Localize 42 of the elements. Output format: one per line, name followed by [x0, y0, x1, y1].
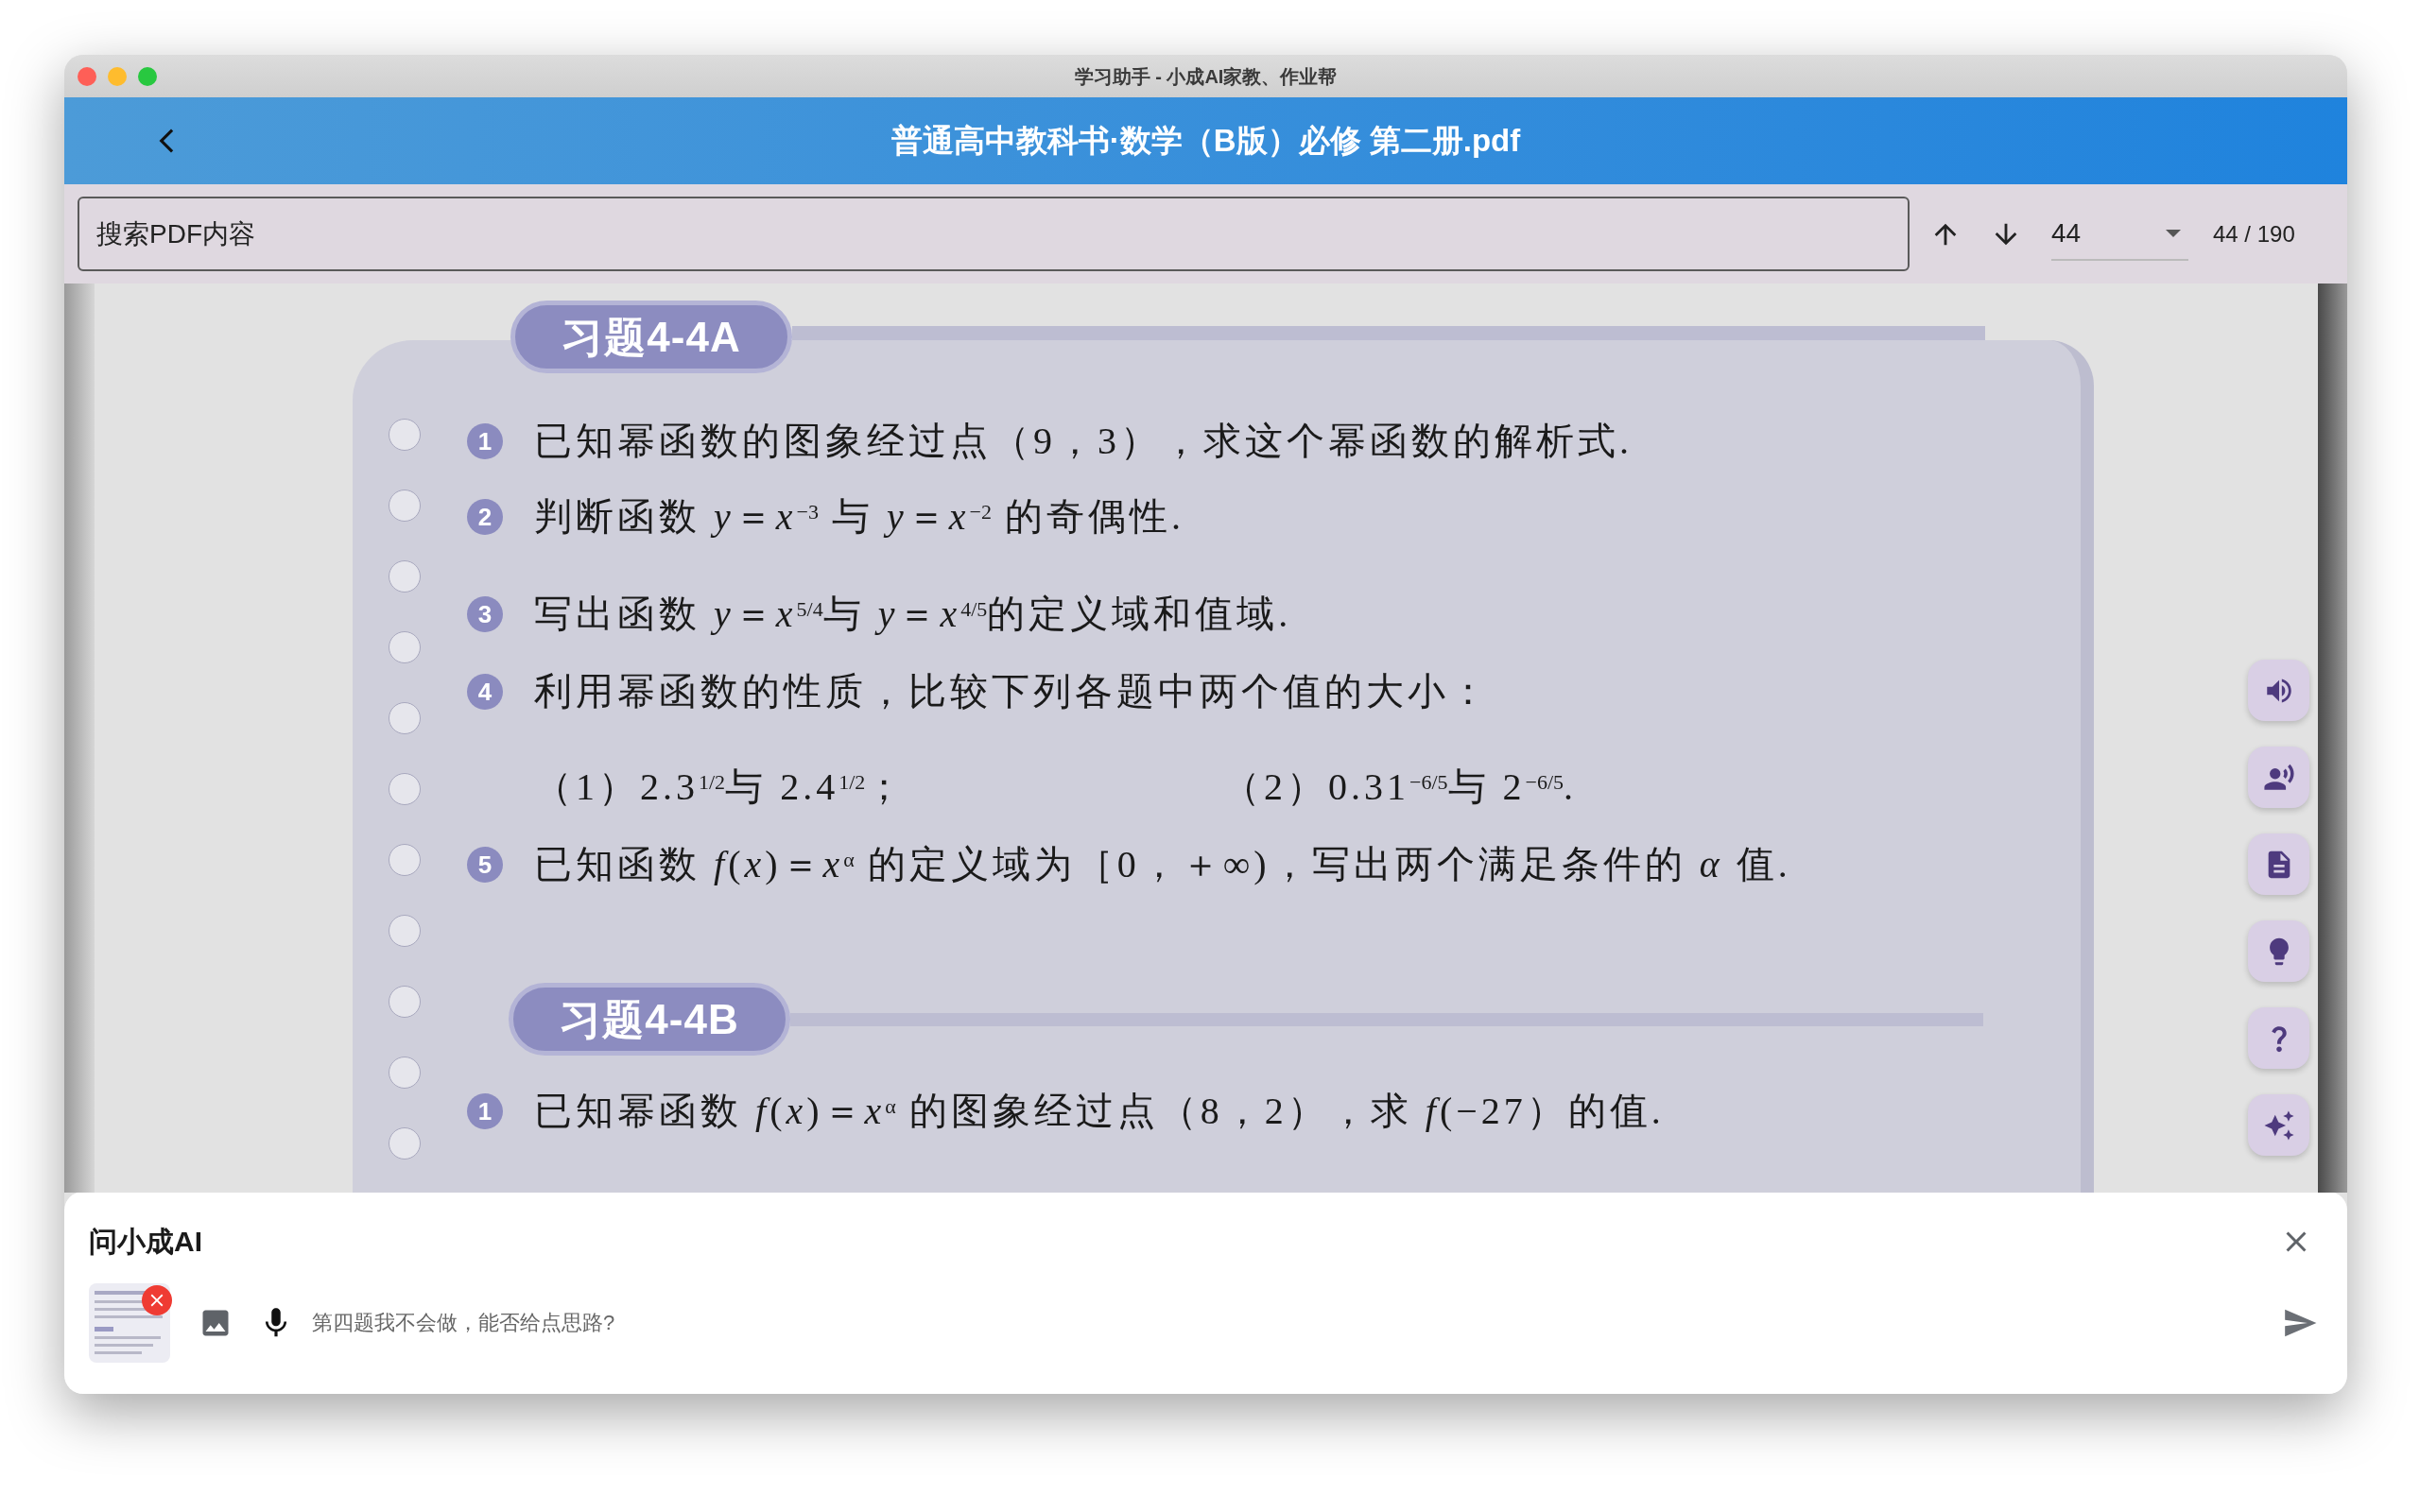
- exercise-number: 1: [467, 1093, 503, 1129]
- binder-hole: [389, 419, 421, 451]
- binder-hole: [389, 986, 421, 1018]
- exercise-part: （1）2.3$^{1/2}$与 2.4$^{1/2}$；: [534, 765, 908, 810]
- binder-hole: [389, 1127, 421, 1160]
- tool-button[interactable]: [2248, 1007, 2309, 1069]
- tool-button[interactable]: [2248, 660, 2309, 721]
- exercise-text: 判断函数 y＝x$^{−3}$ 与 y＝x$^{−2}$ 的奇偶性.: [534, 494, 1184, 540]
- exercise-number: 1: [467, 423, 503, 459]
- tool-button[interactable]: [2248, 833, 2309, 895]
- tool-button[interactable]: [2248, 1094, 2309, 1156]
- binder-hole: [389, 560, 421, 593]
- exercise-text: 已知幂函数 f(x)＝x$^{α}$ 的图象经过点（8，2），求 f(−27）的值.: [534, 1089, 1665, 1134]
- binder-hole: [389, 702, 421, 734]
- exercise-number: 3: [467, 596, 503, 632]
- window-title: 学习助手 - 小成AI家教、作业帮: [1074, 64, 1338, 89]
- panel-title: 问小成AI: [89, 1225, 202, 1259]
- document-title: 普通高中教科书·数学（B版）必修 第二册.pdf: [890, 122, 1521, 161]
- page-dropdown[interactable]: 44: [2051, 207, 2188, 261]
- exercise-number: 5: [467, 847, 503, 883]
- binder-hole: [389, 1057, 421, 1089]
- section-heading: 习题4-4A: [510, 301, 792, 373]
- dropdown-caret-icon: [2166, 229, 2181, 237]
- binder-hole: [389, 844, 421, 876]
- exercise-number: 2: [467, 499, 503, 535]
- exercise-part: （2）0.31$^{−6/5}$与 2$^{−6/5}$.: [1222, 765, 1578, 810]
- tool-button[interactable]: [2248, 747, 2309, 808]
- binder-hole: [389, 915, 421, 947]
- exercise-number: 4: [467, 674, 503, 710]
- exercise-text: 写出函数 y＝x$^{5/4}$与 y＝x$^{4/5}$的定义域和值域.: [534, 592, 1292, 637]
- binder-hole: [389, 490, 421, 522]
- sparkles-icon: [2262, 1108, 2295, 1142]
- tool-button[interactable]: [2248, 920, 2309, 982]
- exercise-text: 已知幂函数的图象经过点（9，3），求这个幂函数的解析式.: [534, 419, 1633, 464]
- binder-hole: [389, 631, 421, 663]
- exercise-text: 利用幂函数的性质，比较下列各题中两个值的大小：: [534, 669, 1491, 714]
- binder-hole: [389, 773, 421, 805]
- exercise-text: 已知函数 f(x)＝x$^{α}$ 的定义域为［0，＋∞)，写出两个满足条件的 α 值.: [534, 842, 1791, 887]
- section-heading: 习题4-4B: [509, 983, 790, 1056]
- message-field[interactable]: 第四题我不会做，能否给点思路?: [312, 1299, 2279, 1347]
- search-field[interactable]: 搜索PDF内容: [78, 197, 1910, 271]
- page-counter: 44 / 190: [2213, 219, 2295, 249]
